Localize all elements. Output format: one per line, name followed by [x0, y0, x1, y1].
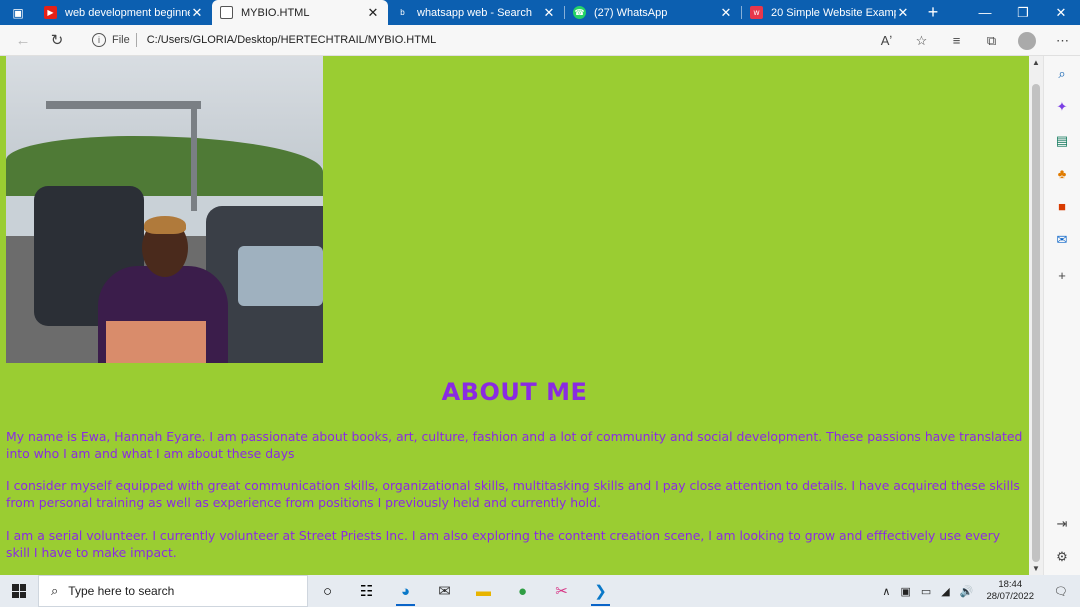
minimize-icon[interactable]: — — [966, 0, 1004, 25]
divider — [135, 33, 137, 47]
scroll-down-icon[interactable]: ▼ — [1032, 564, 1040, 573]
photo-windshield — [238, 246, 323, 306]
close-tab-icon[interactable]: ✕ — [190, 5, 204, 21]
tab-mybio[interactable]: MYBIO.HTML ✕ — [212, 0, 388, 25]
search-placeholder: Type here to search — [68, 584, 175, 598]
page-viewport: ABOUT ME My name is Ewa, Hannah Eyare. I… — [0, 56, 1029, 575]
photo-gantry-post — [191, 101, 197, 211]
refresh-icon[interactable]: ↻ — [40, 31, 74, 49]
bio-paragraph-3: I am a serial volunteer. I currently vol… — [6, 528, 1001, 560]
search-icon: ⌕ — [51, 583, 59, 598]
windows-taskbar: ⌕ Type here to search ○ ☷ ◕ ✉ ▬ ● ✂ ❯ ∧ … — [0, 575, 1080, 607]
collections-icon[interactable]: ⧉ — [974, 33, 1009, 49]
file-icon — [220, 6, 233, 19]
favorites-icon[interactable]: ≡ — [939, 33, 974, 48]
tab-whatsapp-search[interactable]: b whatsapp web - Search ✕ — [388, 0, 564, 25]
system-tray: ∧ ▣ ▭ ◢ 🔊 18:44 28/07/2022 🗨 — [877, 575, 1080, 607]
tab-website-examples[interactable]: w 20 Simple Website Examples ✕ — [742, 0, 918, 25]
profile-photo — [6, 56, 323, 363]
window-controls: — ❐ ✕ — [966, 0, 1080, 25]
clock-date: 28/07/2022 — [986, 591, 1034, 602]
photo-gantry — [46, 101, 201, 109]
hide-sidebar-icon[interactable]: ⇥ — [1054, 516, 1070, 532]
edge-icon[interactable]: ◕ — [386, 575, 425, 607]
url-text: C:/Users/GLORIA/Desktop/HERTECHTRAIL/MYB… — [146, 34, 437, 46]
close-window-icon[interactable]: ✕ — [1042, 0, 1080, 25]
shopping-icon[interactable]: ▤ — [1054, 133, 1070, 149]
tab-title: whatsapp web - Search — [417, 6, 532, 19]
games-icon[interactable]: ♣ — [1054, 166, 1070, 182]
close-tab-icon[interactable]: ✕ — [542, 5, 556, 21]
more-options-icon[interactable]: ⋯ — [1045, 33, 1080, 49]
vscode-icon[interactable]: ❯ — [581, 575, 620, 607]
tab-title: 20 Simple Website Examples — [771, 6, 896, 19]
new-tab-button[interactable]: + — [918, 0, 948, 25]
tab-title: MYBIO.HTML — [241, 6, 310, 19]
snipping-tool-icon[interactable]: ✂ — [542, 575, 581, 607]
read-aloud-icon[interactable]: Aʼ — [869, 33, 904, 48]
search-icon[interactable]: ⌕ — [1054, 66, 1070, 82]
tab-title: (27) WhatsApp — [594, 6, 668, 19]
clock-time: 18:44 — [998, 579, 1023, 590]
office-icon[interactable]: ■ — [1054, 199, 1070, 215]
battery-icon[interactable]: ▭ — [916, 585, 936, 598]
mail-icon[interactable]: ✉ — [425, 575, 464, 607]
browser-tab-strip: ▣ ▶ web development beginner - ✕ MYBIO.H… — [0, 0, 1080, 25]
meet-now-icon[interactable]: ▣ — [895, 585, 915, 598]
scrollbar-thumb[interactable] — [1032, 84, 1040, 562]
url-field[interactable]: i File C:/Users/GLORIA/Desktop/HERTECHTR… — [80, 28, 930, 53]
settings-gear-icon[interactable]: ⚙ — [1054, 549, 1070, 565]
restore-icon[interactable]: ❐ — [1004, 0, 1042, 25]
clock[interactable]: 18:44 28/07/2022 — [978, 579, 1042, 603]
page-heading: ABOUT ME — [441, 378, 588, 406]
vertical-scrollbar[interactable]: ▲ ▼ — [1029, 56, 1043, 575]
close-tab-icon[interactable]: ✕ — [896, 5, 910, 21]
tab-web-development[interactable]: ▶ web development beginner - ✕ — [36, 0, 212, 25]
bio-paragraph-2: I consider myself equipped with great co… — [6, 478, 1020, 510]
photo-person-skirt — [106, 321, 206, 363]
photo-person-hair — [144, 216, 186, 234]
file-explorer-icon[interactable]: ▬ — [464, 575, 503, 607]
start-button[interactable] — [0, 584, 38, 598]
youtube-icon: ▶ — [44, 6, 57, 19]
edge-sidebar: ⌕ ✦ ▤ ♣ ■ ✉ + ⇥ ⚙ — [1043, 56, 1080, 575]
outlook-icon[interactable]: ✉ — [1054, 232, 1070, 248]
close-tab-icon[interactable]: ✕ — [719, 5, 733, 21]
chrome-icon[interactable]: ● — [503, 575, 542, 607]
show-hidden-icons-icon[interactable]: ∧ — [877, 585, 895, 598]
tab-whatsapp[interactable]: ☎ (27) WhatsApp ✕ — [565, 0, 741, 25]
add-favorite-icon[interactable]: ☆ — [904, 33, 939, 49]
copilot-icon[interactable]: ✦ — [1054, 99, 1070, 115]
whatsapp-icon: ☎ — [573, 6, 586, 19]
close-tab-icon[interactable]: ✕ — [366, 5, 380, 21]
add-icon[interactable]: + — [1054, 268, 1070, 284]
taskbar-search[interactable]: ⌕ Type here to search — [38, 575, 308, 607]
website-examples-icon: w — [750, 6, 763, 19]
bing-icon: b — [396, 6, 409, 19]
cortana-icon[interactable]: ○ — [308, 575, 347, 607]
address-bar: ← ↻ i File C:/Users/GLORIA/Desktop/HERTE… — [0, 25, 1080, 56]
bio-paragraph-1: My name is Ewa, Hannah Eyare. I am passi… — [6, 429, 1023, 461]
profile-avatar[interactable] — [1018, 31, 1036, 50]
tab-actions-icon[interactable]: ▣ — [0, 0, 36, 25]
scroll-up-icon[interactable]: ▲ — [1032, 58, 1040, 67]
notifications-icon[interactable]: 🗨 — [1042, 585, 1080, 598]
back-arrow-icon[interactable]: ← — [6, 32, 40, 49]
wifi-icon[interactable]: ◢ — [936, 585, 954, 598]
task-view-icon[interactable]: ☷ — [347, 575, 386, 607]
toolbar-actions: Aʼ ☆ ≡ ⧉ ⋯ — [869, 25, 1080, 56]
info-icon[interactable]: i — [92, 33, 106, 47]
windows-logo-icon — [12, 584, 26, 598]
tab-title: web development beginner - — [65, 6, 190, 19]
volume-icon[interactable]: 🔊 — [955, 585, 979, 598]
scheme-label: File — [112, 34, 130, 46]
